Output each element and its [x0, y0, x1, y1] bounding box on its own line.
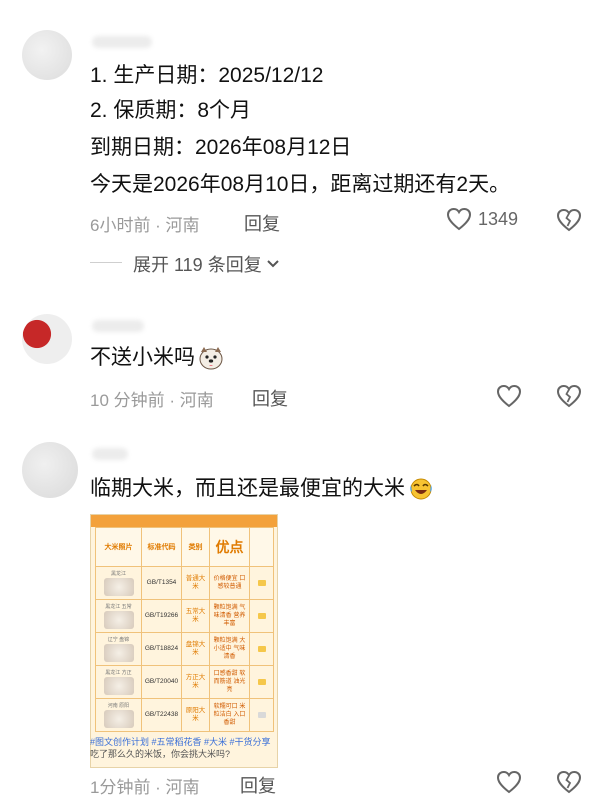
image-header-bar: [91, 515, 277, 527]
dislike-icon[interactable]: [556, 208, 582, 232]
comment-line: 到期日期：2026年08月12日: [90, 136, 352, 159]
comment-text: 不送小米吗: [90, 346, 224, 370]
comment-meta: 10 分钟前 · 河南: [90, 391, 214, 410]
comment-meta: 1分钟前 · 河南: [90, 778, 200, 797]
comment-image[interactable]: 大米照片 标准代码 类别 优点 黑龙江 GB/T1354 普通大米 价格便宜 口…: [90, 514, 278, 768]
table-row: 黑龙江 GB/T1354 普通大米 价格便宜 口感较普通: [95, 566, 274, 600]
table-row: 黑龙江 方正 GB/T20040 方正大米 口感香甜 软而筋道 油光亮: [95, 665, 274, 699]
heart-icon[interactable]: [496, 384, 522, 408]
rice-type: 五常大米: [181, 599, 210, 633]
avatar[interactable]: [22, 442, 78, 498]
table-header: [249, 527, 274, 567]
rice-advantage: 软糯可口 米粒洁白 入口香甜: [209, 698, 250, 732]
image-caption: #图文创作计划 #五常稻花香 #大米 #干货分享 吃了那么久的米饭，你会挑大米吗…: [90, 736, 280, 760]
expand-replies-button[interactable]: 展开 119 条回复: [133, 251, 280, 277]
comment-text: 临期大米，而且还是最便宜的大米: [90, 477, 434, 501]
standard-code: GB/T22438: [141, 698, 182, 732]
rice-photo: [103, 611, 134, 629]
dislike-icon[interactable]: [556, 384, 582, 408]
rice-origin: 黑龙江 方正: [105, 670, 132, 676]
rice-type: 盘锦大米: [181, 632, 210, 666]
rice-type: 原阳大米: [181, 698, 210, 732]
standard-code: GB/T1354: [141, 566, 182, 600]
caption-tags[interactable]: #图文创作计划 #五常稻花香 #大米 #干货分享: [90, 737, 271, 747]
rice-origin: 河南 原阳: [107, 703, 130, 709]
crown-icon: [257, 580, 266, 586]
reply-button[interactable]: 回复: [240, 772, 276, 798]
dog-face-emoji: [199, 347, 223, 370]
expand-label: 展开 119 条回复: [133, 255, 262, 275]
rice-advantage: 口感香甜 软而筋道 油光亮: [209, 665, 250, 699]
laughing-crying-emoji: [410, 478, 432, 500]
like-count: 1349: [478, 208, 519, 229]
heart-icon: [446, 207, 472, 231]
reply-button[interactable]: 回复: [244, 210, 280, 236]
chevron-down-icon: [266, 260, 279, 268]
username[interactable]: [92, 36, 152, 48]
rice-advantage: 颗粒饱满 大小适中 气味清香: [209, 632, 250, 666]
comment-meta: 6小时前 · 河南: [90, 216, 200, 235]
standard-code: GB/T20040: [141, 665, 182, 699]
table-header: 标准代码: [141, 527, 182, 567]
heart-icon[interactable]: [496, 770, 522, 794]
rice-photo: [103, 710, 134, 728]
crown-icon: [257, 613, 266, 619]
table-row: 河南 原阳 GB/T22438 原阳大米 软糯可口 米粒洁白 入口香甜: [95, 698, 274, 732]
username[interactable]: [92, 448, 128, 460]
standard-code: GB/T18824: [141, 632, 182, 666]
rice-photo: [103, 644, 134, 662]
rice-origin: 黑龙江 五常: [105, 604, 132, 610]
rice-comparison-table: 大米照片 标准代码 类别 优点 黑龙江 GB/T1354 普通大米 价格便宜 口…: [95, 527, 274, 732]
comment-text-content: 临期大米，而且还是最便宜的大米: [90, 477, 405, 500]
avatar[interactable]: [22, 314, 72, 364]
comment-line: 今天是2026年08月10日，距离过期还有2天。: [90, 173, 511, 196]
comment-text-content: 不送小米吗: [90, 346, 195, 369]
standard-code: GB/T19266: [141, 599, 182, 633]
rice-origin: 黑龙江: [110, 571, 126, 577]
comment-line: 1. 生产日期：2025/12/12: [90, 64, 324, 87]
table-header: 大米照片: [95, 527, 142, 567]
crown-icon: [257, 679, 266, 685]
table-header: 优点: [209, 527, 250, 567]
table-header: 类别: [181, 527, 210, 567]
rice-type: 普通大米: [181, 566, 210, 600]
rice-advantage: 价格便宜 口感较普通: [209, 566, 250, 600]
rice-origin: 辽宁 盘锦: [107, 637, 130, 643]
username[interactable]: [92, 320, 144, 332]
speaker-icon: [257, 712, 266, 718]
rice-photo: [103, 677, 134, 695]
reply-button[interactable]: 回复: [252, 385, 288, 411]
rice-photo: [103, 578, 134, 596]
dislike-icon[interactable]: [556, 770, 582, 794]
rice-advantage: 颗粒饱满 气味清香 营养丰富: [209, 599, 250, 633]
table-row: 黑龙江 五常 GB/T19266 五常大米 颗粒饱满 气味清香 营养丰富: [95, 599, 274, 633]
caption-text: 吃了那么久的米饭，你会挑大米吗?: [90, 749, 231, 759]
table-row: 辽宁 盘锦 GB/T18824 盘锦大米 颗粒饱满 大小适中 气味清香: [95, 632, 274, 666]
rice-type: 方正大米: [181, 665, 210, 699]
comment-line: 2. 保质期：8个月: [90, 99, 252, 122]
divider: [90, 262, 122, 263]
crown-icon: [257, 646, 266, 652]
avatar[interactable]: [22, 30, 72, 80]
like-button[interactable]: 1349: [446, 207, 518, 231]
